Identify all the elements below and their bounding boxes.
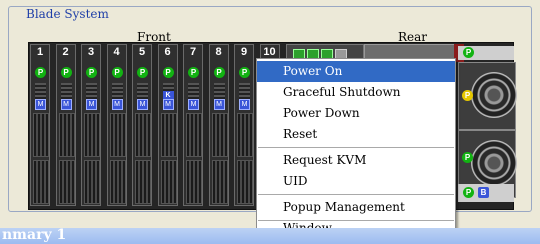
menu-item-popup-management-window[interactable]: Popup Management Window bbox=[257, 197, 455, 235]
power-led-icon: P bbox=[162, 67, 174, 78]
drive-bay bbox=[237, 113, 253, 157]
blade-slot-4[interactable]: 4 P M bbox=[106, 44, 127, 206]
drive-bay bbox=[186, 113, 202, 157]
power-led-icon: P bbox=[35, 67, 46, 78]
power-led-icon: P bbox=[111, 67, 123, 78]
drive-bay bbox=[84, 160, 100, 204]
drive-bay bbox=[186, 160, 202, 204]
menu-item-power-on[interactable]: Power On bbox=[257, 61, 455, 82]
blade-slot-5[interactable]: 5 P M bbox=[132, 44, 152, 206]
management-icon: M bbox=[35, 99, 46, 110]
blade-handle bbox=[239, 83, 250, 99]
management-icon: M bbox=[213, 99, 225, 110]
blade-handle bbox=[188, 83, 199, 99]
blade-slot-6[interactable]: 6PKM bbox=[157, 44, 178, 206]
blade-slot-8[interactable]: 8 P M bbox=[208, 44, 229, 206]
drive-bay bbox=[135, 113, 151, 157]
status-led-icon: P bbox=[462, 90, 473, 101]
drive-bay bbox=[58, 113, 75, 157]
power-led-icon: P bbox=[188, 67, 199, 78]
blade-number: 2 bbox=[62, 46, 69, 58]
menu-item-request-kvm[interactable]: Request KVM bbox=[257, 150, 455, 171]
management-icon: M bbox=[188, 99, 199, 110]
drive-bay bbox=[109, 160, 126, 204]
blade-slot-7[interactable]: 7 P M bbox=[183, 44, 203, 206]
menu-item-graceful-shutdown[interactable]: Graceful Shutdown bbox=[257, 82, 455, 103]
drive-bay bbox=[237, 160, 253, 204]
menu-item-power-down[interactable]: Power Down bbox=[257, 103, 455, 124]
power-led-icon: P bbox=[239, 67, 250, 78]
blade-number: 9 bbox=[240, 46, 248, 58]
blade-number: 3 bbox=[87, 46, 95, 58]
drive-bay bbox=[33, 160, 49, 204]
management-icon: M bbox=[86, 99, 97, 110]
power-led-icon: P bbox=[213, 67, 225, 78]
management-icon: M bbox=[162, 99, 174, 110]
blade-slot-2[interactable]: 2 P M bbox=[55, 44, 76, 206]
menu-separator bbox=[258, 194, 454, 195]
power-led-icon: P bbox=[137, 67, 148, 78]
drive-bay bbox=[160, 113, 177, 157]
rear-bottom-status-row: P B bbox=[458, 184, 514, 202]
blade-number: 4 bbox=[113, 46, 120, 58]
power-led-icon: P bbox=[60, 67, 72, 78]
drive-bay bbox=[58, 160, 75, 204]
power-led-icon: P bbox=[462, 152, 473, 163]
drive-bay bbox=[109, 113, 126, 157]
blade-handle bbox=[213, 83, 225, 99]
blade-handle bbox=[111, 83, 123, 99]
management-icon: M bbox=[111, 99, 123, 110]
group-title: Blade System bbox=[23, 7, 112, 21]
uid-icon: B bbox=[478, 187, 489, 198]
blade-number: 7 bbox=[189, 46, 197, 58]
management-icon: M bbox=[239, 99, 250, 110]
power-led-icon: P bbox=[463, 187, 474, 198]
drive-bay bbox=[160, 160, 177, 204]
blade-handle bbox=[137, 83, 148, 99]
drive-bay bbox=[211, 113, 228, 157]
drive-bay bbox=[135, 160, 151, 204]
blade-number: 10 bbox=[263, 46, 276, 58]
drive-bay bbox=[84, 113, 100, 157]
rear-top-status-row: P bbox=[458, 46, 514, 60]
blade-slot-9[interactable]: 9 P M bbox=[234, 44, 254, 206]
blade-slot-1[interactable]: 1 P M bbox=[30, 44, 50, 206]
drive-bay bbox=[211, 160, 228, 204]
blade-handle bbox=[86, 83, 97, 99]
menu-separator bbox=[258, 147, 454, 148]
blade-number: 5 bbox=[138, 46, 146, 58]
blade-handle bbox=[60, 83, 72, 99]
blade-context-menu: Power On Graceful Shutdown Power Down Reset… bbox=[256, 58, 456, 240]
management-icon: M bbox=[60, 99, 72, 110]
drive-bay bbox=[33, 113, 49, 157]
fan-icon bbox=[471, 140, 517, 186]
power-led-icon: P bbox=[86, 67, 97, 78]
power-led-icon: P bbox=[463, 47, 474, 58]
summary-tab-label[interactable]: nmary 1 bbox=[2, 227, 66, 243]
blade-number: 1 bbox=[36, 46, 44, 58]
blade-slot-3[interactable]: 3 P M bbox=[81, 44, 101, 206]
menu-item-reset[interactable]: Reset bbox=[257, 124, 455, 145]
summary-tab-bar: nmary 1 bbox=[0, 227, 540, 244]
fan-icon bbox=[471, 72, 517, 118]
menu-item-uid[interactable]: UID bbox=[257, 171, 455, 192]
blade-number: 6 bbox=[164, 46, 171, 58]
blade-handle bbox=[35, 83, 46, 99]
power-supply-1[interactable]: P bbox=[458, 62, 517, 130]
blade-number: 8 bbox=[215, 46, 222, 58]
management-icon: M bbox=[137, 99, 148, 110]
